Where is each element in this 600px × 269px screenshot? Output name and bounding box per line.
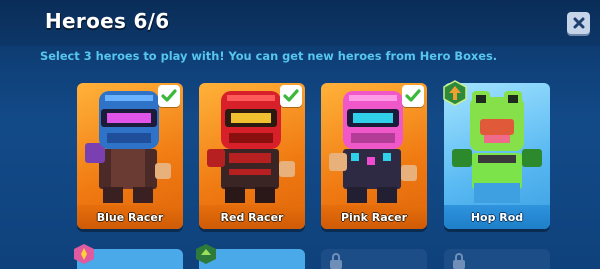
hero-card-red-racer[interactable]: Red Racer xyxy=(199,83,305,229)
hero-card-pink-racer[interactable]: Pink Racer xyxy=(321,83,427,229)
hero-name-label: Hop Rod xyxy=(444,205,550,229)
hero-card-row2-4-locked[interactable] xyxy=(444,249,550,269)
close-icon xyxy=(573,17,584,29)
hero-name-label: Pink Racer xyxy=(321,205,427,229)
fire-badge-icon xyxy=(74,244,94,264)
header-bar: Heroes 6/6 xyxy=(0,0,600,46)
hero-card-blue-racer[interactable]: Blue Racer xyxy=(77,83,183,229)
selected-check-icon xyxy=(402,85,424,107)
hero-name-label: Blue Racer xyxy=(77,205,183,229)
heroes-screen: Heroes 6/6 Select 3 heroes to play with!… xyxy=(0,0,600,269)
selected-check-icon xyxy=(158,85,180,107)
hero-card-row2-2[interactable] xyxy=(196,244,305,269)
green-badge-icon xyxy=(196,244,216,264)
hero-card-row2-3-locked[interactable] xyxy=(321,249,427,269)
instructions-text: Select 3 heroes to play with! You can ge… xyxy=(40,49,498,63)
hero-card-row2-1[interactable] xyxy=(74,244,183,269)
upgrade-arrow-icon xyxy=(443,80,467,106)
hero-name-label: Red Racer xyxy=(199,205,305,229)
lock-icon xyxy=(453,253,465,269)
page-title: Heroes 6/6 xyxy=(45,9,170,33)
lock-icon xyxy=(330,253,342,269)
selected-check-icon xyxy=(280,85,302,107)
close-button[interactable] xyxy=(567,12,590,34)
